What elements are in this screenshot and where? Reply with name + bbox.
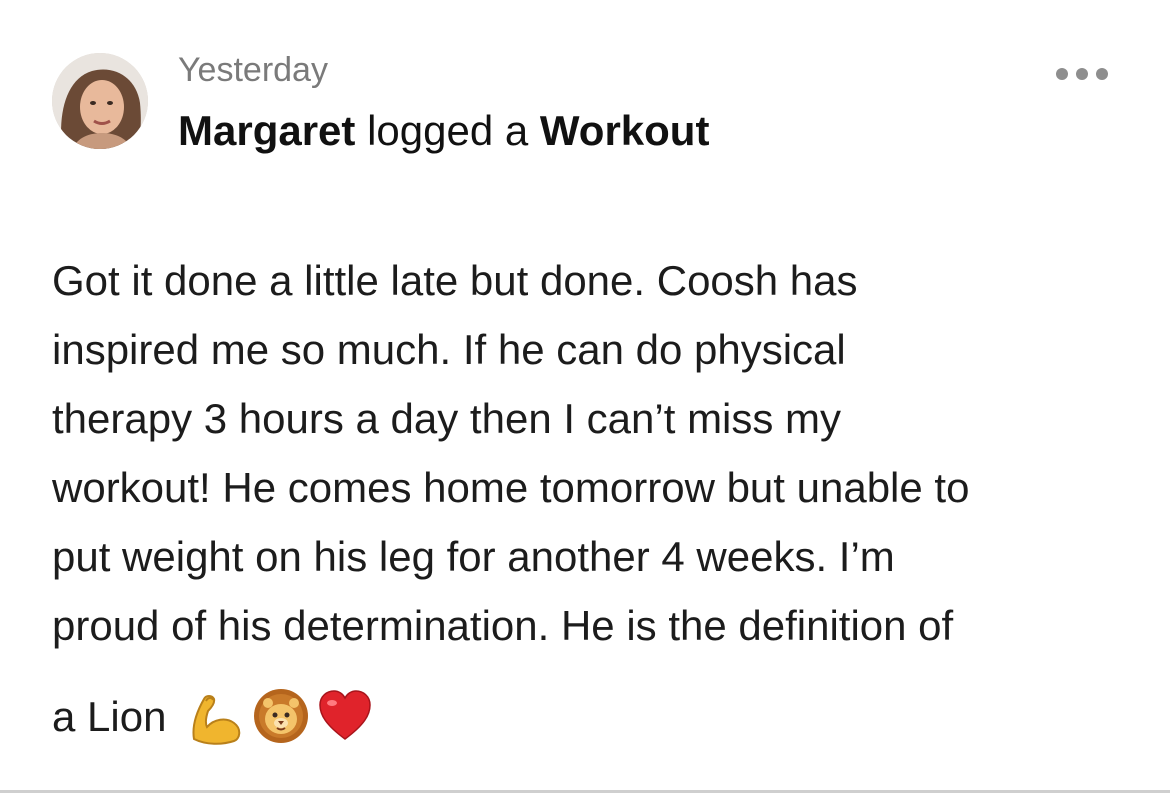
body-last-line: a Lion bbox=[52, 686, 1127, 746]
body-line: put weight on his leg for another 4 week… bbox=[52, 533, 895, 580]
body-line: a Lion bbox=[52, 692, 167, 740]
red-heart-emoji bbox=[316, 687, 374, 745]
author-avatar[interactable] bbox=[52, 53, 148, 149]
more-options-button[interactable] bbox=[1050, 58, 1114, 90]
body-line: inspired me so much. If he can do physic… bbox=[52, 326, 846, 373]
lion-face-icon bbox=[254, 689, 309, 743]
flexed-biceps-emoji bbox=[188, 687, 246, 745]
activity-type[interactable]: Workout bbox=[540, 107, 710, 154]
post-headline: Margaret logged a Workout bbox=[178, 106, 709, 156]
red-heart-icon bbox=[319, 690, 372, 740]
action-text: logged a bbox=[367, 107, 529, 154]
body-line: proud of his determination. He is the de… bbox=[52, 602, 954, 649]
activity-post: Yesterday Margaret logged a Workout Got … bbox=[0, 0, 1170, 793]
lion-face-emoji bbox=[250, 687, 312, 745]
post-timestamp: Yesterday bbox=[178, 51, 328, 89]
flexed-biceps-icon bbox=[192, 695, 241, 745]
more-horizontal-icon bbox=[1056, 68, 1108, 80]
author-name[interactable]: Margaret bbox=[178, 107, 355, 154]
body-line: therapy 3 hours a day then I can’t miss … bbox=[52, 395, 842, 442]
post-body: Got it done a little late but done. Coos… bbox=[52, 246, 1127, 746]
body-line: Got it done a little late but done. Coos… bbox=[52, 257, 858, 304]
user-avatar-photo-icon bbox=[52, 53, 148, 149]
body-line: workout! He comes home tomorrow but unab… bbox=[52, 464, 970, 511]
